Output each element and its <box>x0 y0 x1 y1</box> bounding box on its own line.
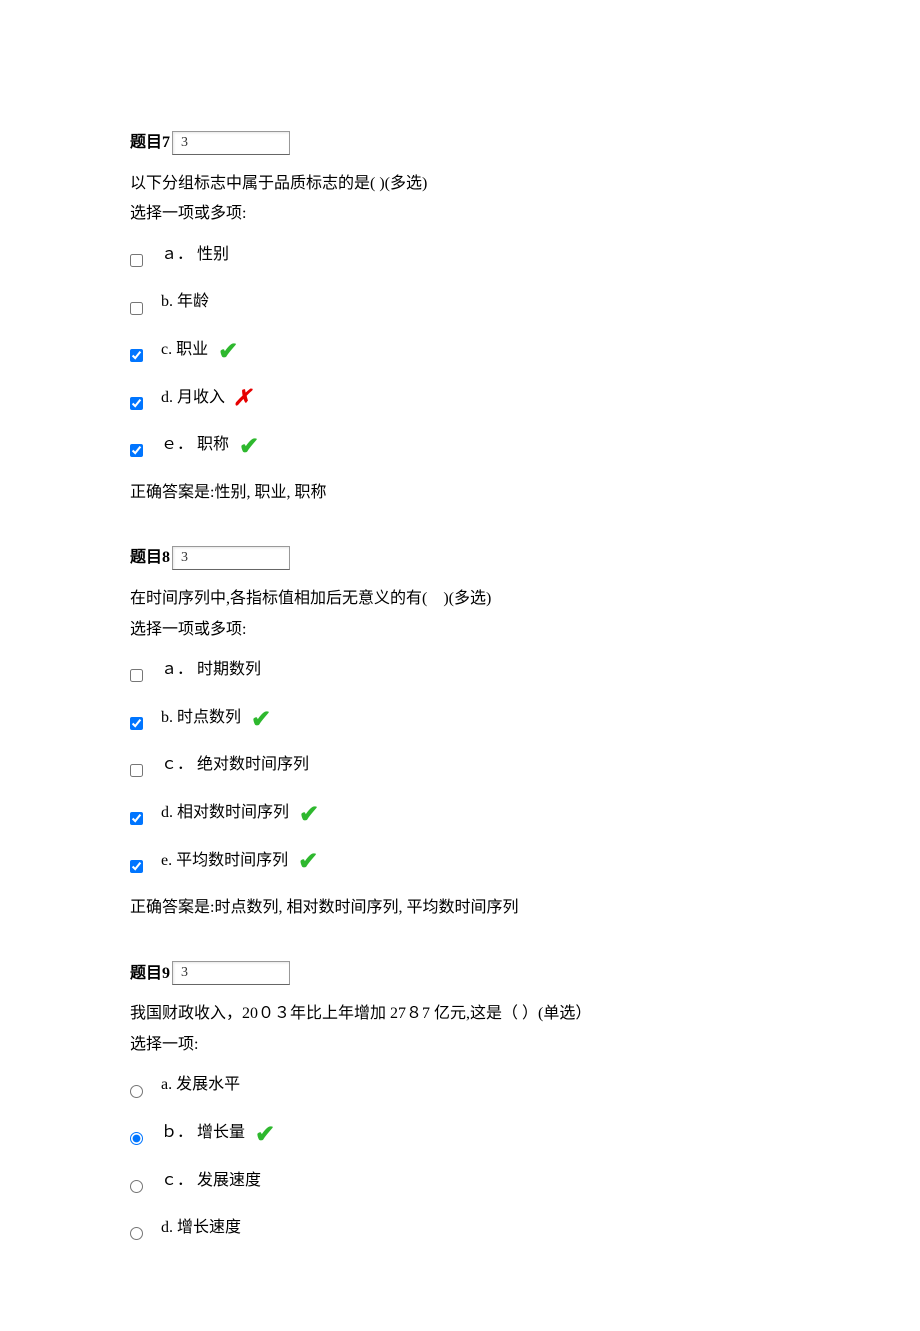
option-prefix: b. <box>161 293 173 310</box>
option-label: c. 职业 <box>161 337 208 363</box>
correct-answer-line: 正确答案是:时点数列, 相对数时间序列, 平均数时间序列 <box>130 895 790 921</box>
option-prefix: d. <box>161 804 173 821</box>
option-prefix: d. <box>161 1219 173 1236</box>
option-checkbox[interactable] <box>130 717 143 730</box>
correct-mark-icon: ✔ <box>251 708 271 732</box>
question-block: 题目7 3 以下分组标志中属于品质标志的是( )(多选) 选择一项或多项: ａ．… <box>130 130 790 505</box>
question-header: 题目9 3 <box>130 961 790 987</box>
option-radio[interactable] <box>130 1132 143 1145</box>
option-text: 性别 <box>197 246 229 263</box>
question-header: 题目8 3 <box>130 545 790 571</box>
score-input[interactable]: 3 <box>172 961 290 985</box>
correct-mark-icon: ✔ <box>299 803 319 827</box>
question-block: 题目8 3 在时间序列中,各指标值相加后无意义的有( )(多选) 选择一项或多项… <box>130 545 790 920</box>
option-row: b. 时点数列 ✔ <box>130 705 790 731</box>
option-row: c. 职业 ✔ <box>130 337 790 363</box>
option-label: ｅ． 职称 <box>161 432 229 458</box>
option-text: 相对数时间序列 <box>177 804 289 821</box>
option-prefix: ａ． <box>161 246 193 263</box>
question-instruction: 选择一项或多项: <box>130 201 790 227</box>
option-prefix: ｃ． <box>161 1172 193 1189</box>
option-label: e. 平均数时间序列 <box>161 848 288 874</box>
option-prefix: ｅ． <box>161 436 193 453</box>
question-instruction: 选择一项或多项: <box>130 617 790 643</box>
option-prefix: ｂ． <box>161 1124 193 1141</box>
question-instruction: 选择一项: <box>130 1032 790 1058</box>
option-text: 职称 <box>197 436 229 453</box>
option-prefix: e. <box>161 852 172 869</box>
option-text: 月收入 <box>177 389 225 406</box>
option-label: ａ． 性别 <box>161 242 229 268</box>
option-row: ｃ． 发展速度 <box>130 1168 790 1194</box>
question-label: 题目8 <box>130 545 170 571</box>
option-text: 绝对数时间序列 <box>197 756 309 773</box>
option-checkbox[interactable] <box>130 397 143 410</box>
option-row: a. 发展水平 <box>130 1072 790 1098</box>
question-text: 以下分组标志中属于品质标志的是( )(多选) <box>130 171 790 197</box>
option-radio[interactable] <box>130 1227 143 1240</box>
option-radio[interactable] <box>130 1085 143 1098</box>
question-block: 题目9 3 我国财政收入，20０３年比上年增加 27８7 亿元,这是（ ）(单选… <box>130 961 790 1241</box>
option-label: d. 相对数时间序列 <box>161 800 289 826</box>
option-text: 增长量 <box>197 1124 245 1141</box>
option-row: d. 增长速度 <box>130 1215 790 1241</box>
option-row: ｅ． 职称 ✔ <box>130 432 790 458</box>
question-text: 我国财政收入，20０３年比上年增加 27８7 亿元,这是（ ）(单选） <box>130 1001 790 1027</box>
option-row: ａ． 性别 <box>130 242 790 268</box>
score-input[interactable]: 3 <box>172 131 290 155</box>
correct-mark-icon: ✔ <box>298 850 318 874</box>
question-label: 题目9 <box>130 961 170 987</box>
option-checkbox[interactable] <box>130 444 143 457</box>
option-row: ｃ． 绝对数时间序列 <box>130 752 790 778</box>
option-prefix: ｃ． <box>161 756 193 773</box>
option-checkbox[interactable] <box>130 302 143 315</box>
option-label: d. 增长速度 <box>161 1215 241 1241</box>
question-label: 题目7 <box>130 130 170 156</box>
option-label: d. 月收入 <box>161 385 225 411</box>
option-row: b. 年龄 <box>130 289 790 315</box>
option-checkbox[interactable] <box>130 860 143 873</box>
option-text: 职业 <box>176 341 208 358</box>
question-header: 题目7 3 <box>130 130 790 156</box>
option-checkbox[interactable] <box>130 254 143 267</box>
option-row: d. 月收入 ✗ <box>130 385 790 411</box>
option-label: a. 发展水平 <box>161 1072 240 1098</box>
option-label: b. 年龄 <box>161 289 209 315</box>
option-text: 发展速度 <box>197 1172 261 1189</box>
option-text: 平均数时间序列 <box>176 852 288 869</box>
option-text: 时期数列 <box>197 661 261 678</box>
option-row: d. 相对数时间序列 ✔ <box>130 800 790 826</box>
option-checkbox[interactable] <box>130 669 143 682</box>
option-label: b. 时点数列 <box>161 705 241 731</box>
option-row: e. 平均数时间序列 ✔ <box>130 848 790 874</box>
question-text: 在时间序列中,各指标值相加后无意义的有( )(多选) <box>130 586 790 612</box>
option-label: ｃ． 发展速度 <box>161 1168 261 1194</box>
option-checkbox[interactable] <box>130 764 143 777</box>
correct-mark-icon: ✔ <box>218 340 238 364</box>
correct-answer-line: 正确答案是:性别, 职业, 职称 <box>130 480 790 506</box>
option-prefix: d. <box>161 389 173 406</box>
option-radio[interactable] <box>130 1180 143 1193</box>
option-prefix: b. <box>161 709 173 726</box>
option-text: 增长速度 <box>177 1219 241 1236</box>
option-row: ａ． 时期数列 <box>130 657 790 683</box>
option-label: ｂ． 增长量 <box>161 1120 245 1146</box>
option-text: 发展水平 <box>176 1076 240 1093</box>
correct-mark-icon: ✔ <box>255 1123 275 1147</box>
option-prefix: ａ． <box>161 661 193 678</box>
incorrect-mark-icon: ✗ <box>233 387 251 409</box>
option-text: 时点数列 <box>177 709 241 726</box>
option-prefix: a. <box>161 1076 172 1093</box>
option-checkbox[interactable] <box>130 812 143 825</box>
option-text: 年龄 <box>177 293 209 310</box>
option-row: ｂ． 增长量 ✔ <box>130 1120 790 1146</box>
correct-mark-icon: ✔ <box>239 435 259 459</box>
option-checkbox[interactable] <box>130 349 143 362</box>
option-prefix: c. <box>161 341 172 358</box>
score-input[interactable]: 3 <box>172 546 290 570</box>
option-label: ｃ． 绝对数时间序列 <box>161 752 309 778</box>
option-label: ａ． 时期数列 <box>161 657 261 683</box>
